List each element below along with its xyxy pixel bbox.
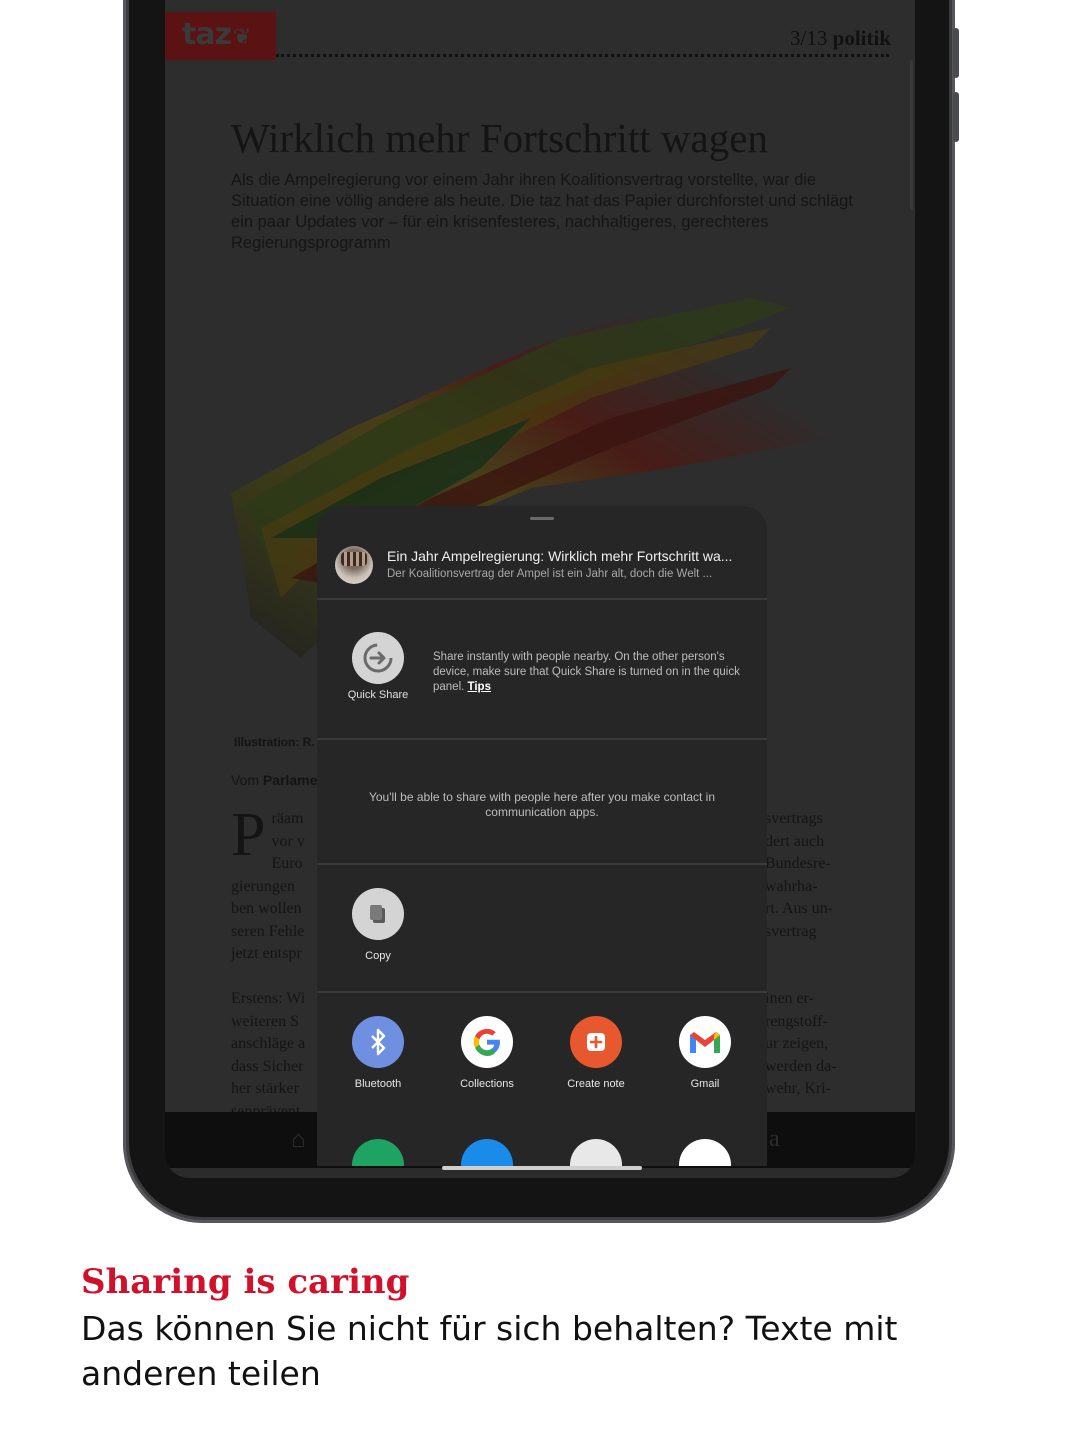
body-line: wahrha-: [765, 877, 818, 895]
preview-subtitle: Der Koalitionsvertrag der Ampel ist ein …: [387, 568, 713, 580]
body-right-lines: svertrags dert auch Bundesre-wahrha-rt. Au…: [765, 808, 875, 1123]
next-app-icon[interactable]: [352, 1139, 404, 1166]
body-line: svertrags: [765, 810, 823, 827]
quick-share-label: Quick Share: [347, 689, 409, 701]
divider: [317, 598, 767, 600]
body-line: inen er-: [765, 990, 814, 1007]
logo-text: taz: [182, 17, 232, 52]
body-line: werden da-: [765, 1057, 837, 1075]
create-note-label: Create note: [567, 1078, 625, 1090]
promo-title: Sharing is caring: [81, 1262, 410, 1302]
copy-button[interactable]: Copy: [328, 888, 428, 962]
create-note-icon: [570, 1016, 622, 1068]
contacts-empty-message: You'll be able to share with people here…: [368, 790, 716, 819]
copy-glyph: [370, 905, 385, 923]
page-indicator: 3/13 politik: [790, 26, 891, 51]
body-line: rengstoff-: [765, 1012, 828, 1030]
next-app-icon[interactable]: [679, 1139, 731, 1166]
next-app-icon[interactable]: [461, 1139, 513, 1166]
scroll-indicator[interactable]: [910, 60, 913, 210]
article-headline: Wirklich mehr Fortschritt wagen: [231, 115, 768, 161]
power-button: [953, 92, 959, 142]
gmail-icon: [679, 1016, 731, 1068]
quick-share-icon: [363, 643, 393, 673]
volume-button: [953, 28, 959, 78]
gmail-label: Gmail: [690, 1078, 720, 1090]
sheet-drag-handle[interactable]: [530, 517, 554, 520]
body-line: wehr, Kri-: [765, 1080, 831, 1097]
bluetooth-icon: [352, 1016, 404, 1068]
app-gmail[interactable]: Gmail: [655, 1016, 755, 1090]
dropcap: P: [231, 801, 266, 869]
copy-icon: [352, 888, 404, 940]
promo-subtitle: Das können Sie nicht für sich behalten? …: [81, 1309, 898, 1393]
quick-share-description: Share instantly with people nearby. On t…: [433, 650, 755, 695]
byline: Vom Parlame: [231, 772, 317, 788]
article-body-right: svertrags dert auch Bundesre-wahrha-rt. Au…: [765, 808, 875, 1123]
byline-name: Parlame: [262, 772, 318, 788]
article-teaser: Als die Ampelregierung vor einem Jahr ih…: [231, 171, 853, 252]
section-name: politik: [832, 26, 891, 50]
divider: [317, 738, 767, 740]
quick-share-button[interactable]: [352, 632, 404, 684]
preview-title: Ein Jahr Ampelregierung: Wirklich mehr F…: [387, 548, 733, 564]
bluetooth-label: Bluetooth: [354, 1078, 402, 1090]
paw-icon: ❦: [233, 25, 251, 50]
divider: [317, 863, 767, 865]
preview-thumbnail: [335, 546, 373, 584]
divider: [317, 991, 767, 993]
body-line: dert auch: [765, 832, 825, 850]
body-line: rt. Aus un-: [765, 900, 833, 917]
body-line: svertrag: [765, 922, 817, 940]
copy-label: Copy: [365, 950, 391, 962]
home-icon[interactable]: ⌂: [291, 1126, 306, 1154]
gesture-home-bar[interactable]: [442, 1166, 642, 1170]
google-icon: [461, 1016, 513, 1068]
app-collections[interactable]: Collections: [437, 1016, 537, 1090]
next-app-icon[interactable]: [570, 1139, 622, 1166]
body-line: Bundesre-: [765, 855, 831, 872]
illustration-caption: Illustration: R.: [234, 735, 315, 749]
byline-prefix: Vom: [231, 772, 260, 788]
body-line: [765, 966, 875, 989]
app-create-note[interactable]: Create note: [546, 1016, 646, 1090]
font-size-icon[interactable]: a: [769, 1126, 780, 1153]
tablet-screen: taz❦ 3/13 politik Wirklich mehr Fortschr…: [165, 0, 915, 1178]
page-number: 3/13: [790, 26, 828, 50]
app-bluetooth[interactable]: Bluetooth: [328, 1016, 428, 1090]
tips-link[interactable]: Tips: [468, 681, 491, 693]
collections-label: Collections: [460, 1078, 514, 1090]
share-sheet[interactable]: Ein Jahr Ampelregierung: Wirklich mehr F…: [317, 506, 767, 1166]
taz-logo[interactable]: taz❦: [165, 12, 276, 60]
body-line: [765, 943, 875, 966]
header-dotted-rule: [276, 54, 889, 57]
body-line: ur zeigen,: [765, 1035, 829, 1052]
